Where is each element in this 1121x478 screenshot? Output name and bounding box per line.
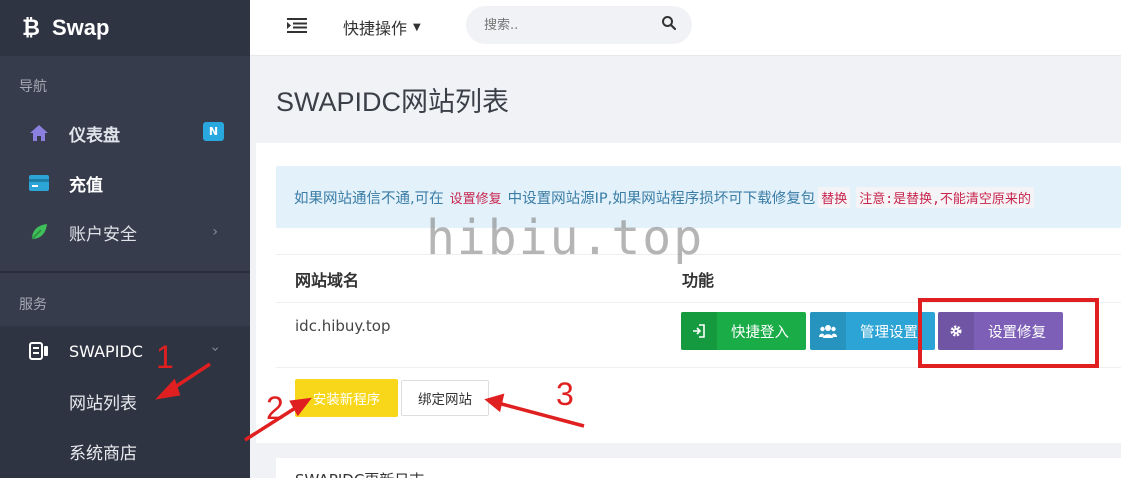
sidebar-subitem-store[interactable]: 系统商店 xyxy=(69,439,137,464)
server-icon xyxy=(28,340,50,362)
chevron-down-icon: › xyxy=(207,346,224,352)
sidebar-item-swapidc[interactable]: SWAPIDC › xyxy=(0,327,250,375)
chevron-right-icon: › xyxy=(212,224,218,240)
sidebar-item-label: 账户安全 xyxy=(69,224,137,245)
annotation-number-2: 2 xyxy=(266,390,284,426)
brand[interactable]: ₿ Swap xyxy=(0,0,250,56)
topbar: 快捷操作 ▼ xyxy=(250,0,1121,56)
alert-code-note: 注意:是替换,不能清空原来的 xyxy=(856,186,1034,208)
install-program-button[interactable]: 安装新程序 xyxy=(295,379,398,417)
menu-toggle-icon[interactable] xyxy=(287,17,307,37)
sidebar-item-recharge[interactable]: 充值 xyxy=(0,159,250,207)
row-divider xyxy=(276,367,1121,368)
manage-settings-label: 管理设置 xyxy=(860,324,918,341)
page-title: SWAPIDC网站列表 xyxy=(276,87,510,117)
changelog-title: SWAPIDC更新日志 xyxy=(295,469,424,478)
search-input[interactable] xyxy=(466,6,692,44)
annotation-number-1: 1 xyxy=(156,339,174,375)
home-icon xyxy=(28,122,50,144)
sidebar-item-security[interactable]: 账户安全 › xyxy=(0,208,250,256)
site-domain: idc.hibuy.top xyxy=(295,317,391,335)
bind-site-button[interactable]: 绑定网站 xyxy=(401,380,489,416)
column-header-function: 功能 xyxy=(682,271,715,290)
sidebar-item-label: 充值 xyxy=(69,175,103,196)
nav-section-label: 导航 xyxy=(19,79,47,95)
quick-login-button[interactable]: 快捷登入 xyxy=(681,312,806,350)
column-header-domain: 网站域名 xyxy=(295,271,360,290)
manage-settings-button[interactable]: 管理设置 xyxy=(810,312,935,350)
annotation-number-3: 3 xyxy=(556,376,574,412)
sidebar-item-label: SWAPIDC xyxy=(69,341,143,361)
leaf-icon xyxy=(28,221,50,243)
watermark: hibiu.top xyxy=(426,210,705,266)
gear-icon xyxy=(938,312,974,350)
services-section-label: 服务 xyxy=(19,297,47,313)
quick-ops-dropdown[interactable]: 快捷操作 ▼ xyxy=(343,15,421,39)
sidebar-subitem-site-list[interactable]: 网站列表 xyxy=(69,389,137,414)
sidebar: ₿ Swap 导航 仪表盘 N 充值 账户安全 › 服务 SWAPIDC › 网… xyxy=(0,0,250,478)
card-icon xyxy=(28,172,50,194)
sign-in-icon xyxy=(681,312,717,350)
users-icon xyxy=(810,312,846,350)
alert-text-1: 如果网站通信不通,可在 xyxy=(294,190,444,207)
sidebar-divider xyxy=(0,271,250,273)
bitcoin-icon: ₿ xyxy=(22,16,40,41)
caret-down-icon: ▼ xyxy=(413,21,421,33)
alert-text-2: 中设置网站源IP,如果网站程序损坏可下载修复包 xyxy=(507,190,816,207)
search-icon[interactable] xyxy=(662,16,678,32)
repair-settings-button[interactable]: 设置修复 xyxy=(938,312,1063,350)
alert-code-repair: 设置修复 xyxy=(449,191,502,207)
quick-login-label: 快捷登入 xyxy=(731,324,789,341)
quick-ops-label: 快捷操作 xyxy=(343,19,408,38)
changelog-panel: SWAPIDC更新日志 xyxy=(276,458,1121,478)
sidebar-item-dashboard[interactable]: 仪表盘 N xyxy=(0,109,250,157)
alert-code-replace: 替换 xyxy=(818,186,851,208)
sidebar-item-label: 仪表盘 xyxy=(69,125,120,146)
repair-settings-label: 设置修复 xyxy=(988,324,1046,341)
brand-name: Swap xyxy=(51,15,110,40)
new-badge: N xyxy=(203,122,224,141)
